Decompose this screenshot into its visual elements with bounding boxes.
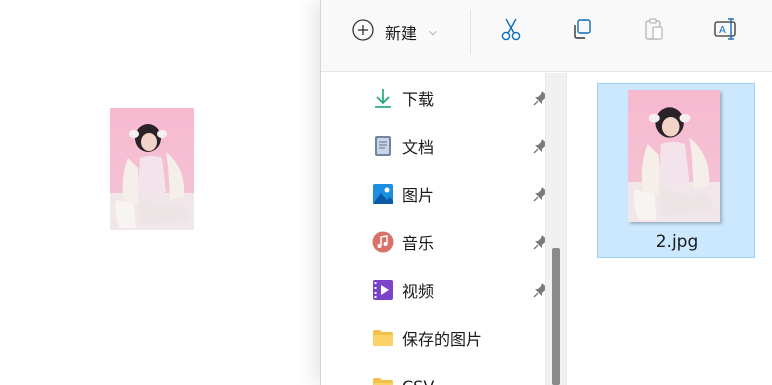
nav-item-label: 音乐 (402, 234, 435, 253)
background-area (0, 0, 320, 385)
nav-item-label: 视频 (402, 282, 435, 301)
videos-icon (371, 278, 395, 302)
nav-item-label: 文档 (402, 138, 435, 157)
rename-icon: A (712, 16, 740, 46)
image-thumbnail (628, 90, 720, 222)
folder-icon (371, 326, 395, 350)
cut-button[interactable] (496, 16, 526, 46)
scissors-icon (498, 16, 524, 46)
navigation-pane: 下载 文档 图片 音乐 视频 保存的图片 (321, 73, 565, 385)
pictures-icon (371, 182, 395, 206)
new-button-label: 新建 (385, 24, 418, 43)
plus-circle-icon (351, 18, 375, 46)
nav-item-music[interactable]: 音乐 (371, 226, 549, 258)
desktop-stage: 新建 ⌵ A 下载 文档 图片 音乐 视频 保存的图片 2.jpg (0, 0, 772, 385)
paste-button[interactable] (639, 16, 669, 46)
copy-button[interactable] (567, 16, 597, 46)
chevron-down-icon: ⌵ (429, 26, 437, 38)
folder-icon (371, 374, 395, 385)
nav-item-documents[interactable]: 文档 (371, 130, 549, 162)
file-list-pane: 2.jpg (567, 73, 772, 385)
nav-item-downloads[interactable]: 下载 (371, 82, 549, 114)
nav-item-label: CSV (402, 377, 434, 385)
nav-item-label: 保存的图片 (402, 330, 483, 349)
rename-button[interactable]: A (711, 16, 741, 46)
nav-item-videos[interactable]: 视频 (371, 274, 549, 306)
download-icon (371, 86, 395, 110)
dragged-photo-preview[interactable] (110, 108, 194, 230)
file-explorer-window: 新建 ⌵ A 下载 文档 图片 音乐 视频 保存的图片 2.jpg (320, 0, 772, 385)
nav-item-csv[interactable]: CSV (371, 370, 549, 385)
new-button[interactable]: 新建 ⌵ (351, 14, 471, 50)
music-icon (371, 230, 395, 254)
nav-item-label: 图片 (402, 186, 435, 205)
nav-scrollbar-thumb[interactable] (552, 248, 560, 385)
toolbar-divider (470, 10, 471, 54)
copy-icon (569, 16, 595, 46)
nav-item-saved-pictures[interactable]: 保存的图片 (371, 322, 549, 354)
nav-item-label: 下载 (402, 90, 435, 109)
file-item[interactable]: 2.jpg (597, 83, 755, 258)
nav-item-pictures[interactable]: 图片 (371, 178, 549, 210)
paste-icon (641, 16, 667, 46)
svg-text:A: A (719, 25, 726, 36)
file-name: 2.jpg (655, 232, 699, 252)
documents-icon (371, 134, 395, 158)
command-bar: 新建 ⌵ A (321, 0, 772, 72)
